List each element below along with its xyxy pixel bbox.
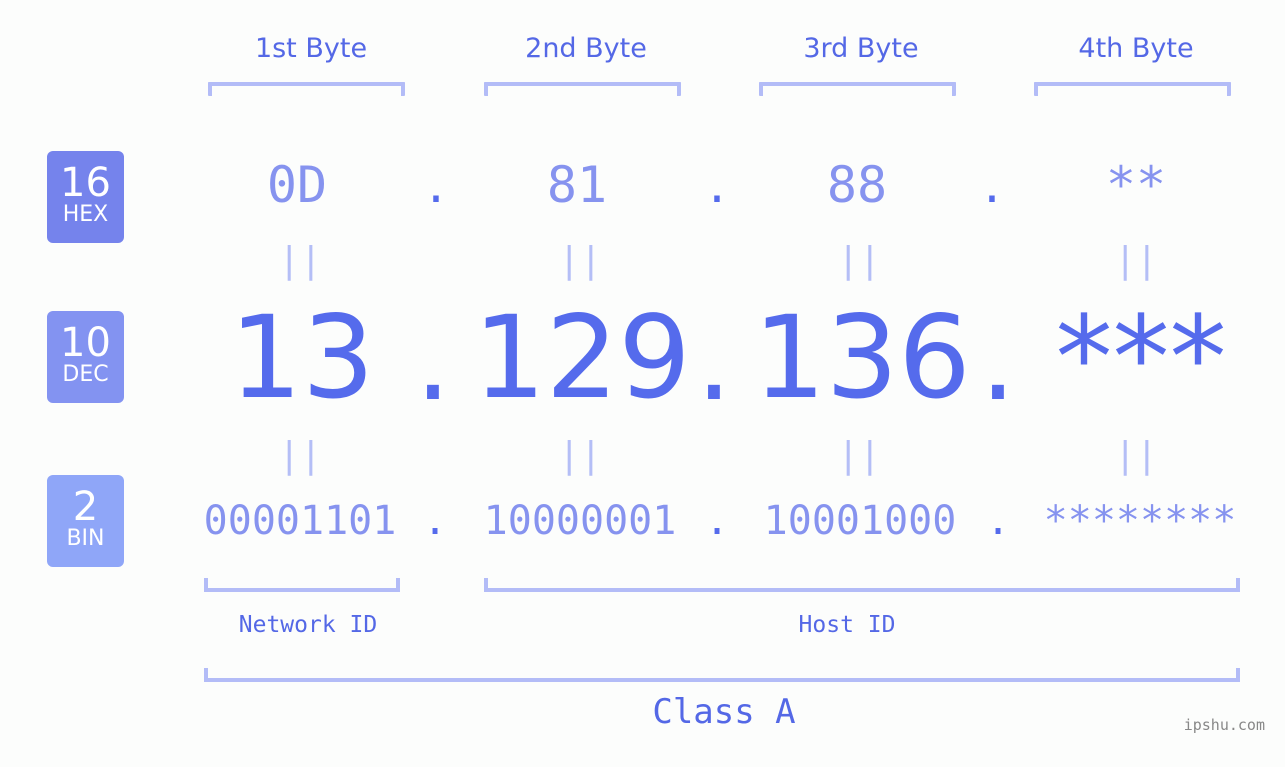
watermark: ipshu.com <box>1183 716 1265 734</box>
class-label: Class A <box>652 692 796 732</box>
dec-byte-2: 129 <box>473 291 691 424</box>
equals-sign: || <box>837 435 881 476</box>
host-id-label: Host ID <box>798 612 896 638</box>
dec-badge: 10 DEC <box>47 311 124 403</box>
equals-sign: || <box>1114 435 1158 476</box>
bin-dot-2: . <box>704 498 730 544</box>
hex-byte-1: 0D <box>266 156 328 214</box>
dec-label: DEC <box>62 362 109 387</box>
dec-dot-2: . <box>695 293 733 426</box>
equals-sign: || <box>558 240 602 281</box>
hex-label: HEX <box>62 202 109 227</box>
network-id-bracket <box>204 578 400 592</box>
byte-bracket-1 <box>208 82 405 96</box>
equals-sign: || <box>558 435 602 476</box>
dec-byte-1: 13 <box>229 291 375 424</box>
dec-byte-4: *** <box>1055 291 1227 424</box>
bin-dot-3: . <box>985 498 1011 544</box>
byte-header-4: 4th Byte <box>1078 33 1194 64</box>
bin-byte-3: 10001000 <box>763 498 957 544</box>
hex-dot-3: . <box>978 162 1006 213</box>
bin-label: BIN <box>66 526 105 551</box>
equals-sign: || <box>278 240 322 281</box>
dec-byte-3: 136 <box>753 291 971 424</box>
dec-base: 10 <box>60 320 111 366</box>
bin-dot-1: . <box>422 498 448 544</box>
bin-byte-1: 00001101 <box>203 498 397 544</box>
byte-header-2: 2nd Byte <box>525 33 647 64</box>
hex-byte-3: 88 <box>826 156 888 214</box>
byte-bracket-3 <box>759 82 956 96</box>
hex-dot-1: . <box>422 162 450 213</box>
equals-sign: || <box>837 240 881 281</box>
byte-header-3: 3rd Byte <box>803 33 919 64</box>
hex-badge: 16 HEX <box>47 151 124 243</box>
dec-dot-3: . <box>979 293 1017 426</box>
hex-byte-4: ** <box>1105 156 1167 214</box>
class-bracket <box>204 668 1240 682</box>
byte-header-1: 1st Byte <box>254 33 368 64</box>
bin-byte-4: ******** <box>1043 498 1237 544</box>
hex-byte-2: 81 <box>546 156 608 214</box>
hex-base: 16 <box>60 160 111 206</box>
network-id-label: Network ID <box>238 612 378 638</box>
bin-byte-2: 10000001 <box>483 498 677 544</box>
host-id-bracket <box>484 578 1240 592</box>
bin-base: 2 <box>72 484 99 530</box>
equals-sign: || <box>278 435 322 476</box>
byte-bracket-2 <box>484 82 681 96</box>
hex-dot-2: . <box>703 162 731 213</box>
dec-dot-1: . <box>414 293 452 426</box>
bin-badge: 2 BIN <box>47 475 124 567</box>
byte-bracket-4 <box>1034 82 1231 96</box>
equals-sign: || <box>1114 240 1158 281</box>
